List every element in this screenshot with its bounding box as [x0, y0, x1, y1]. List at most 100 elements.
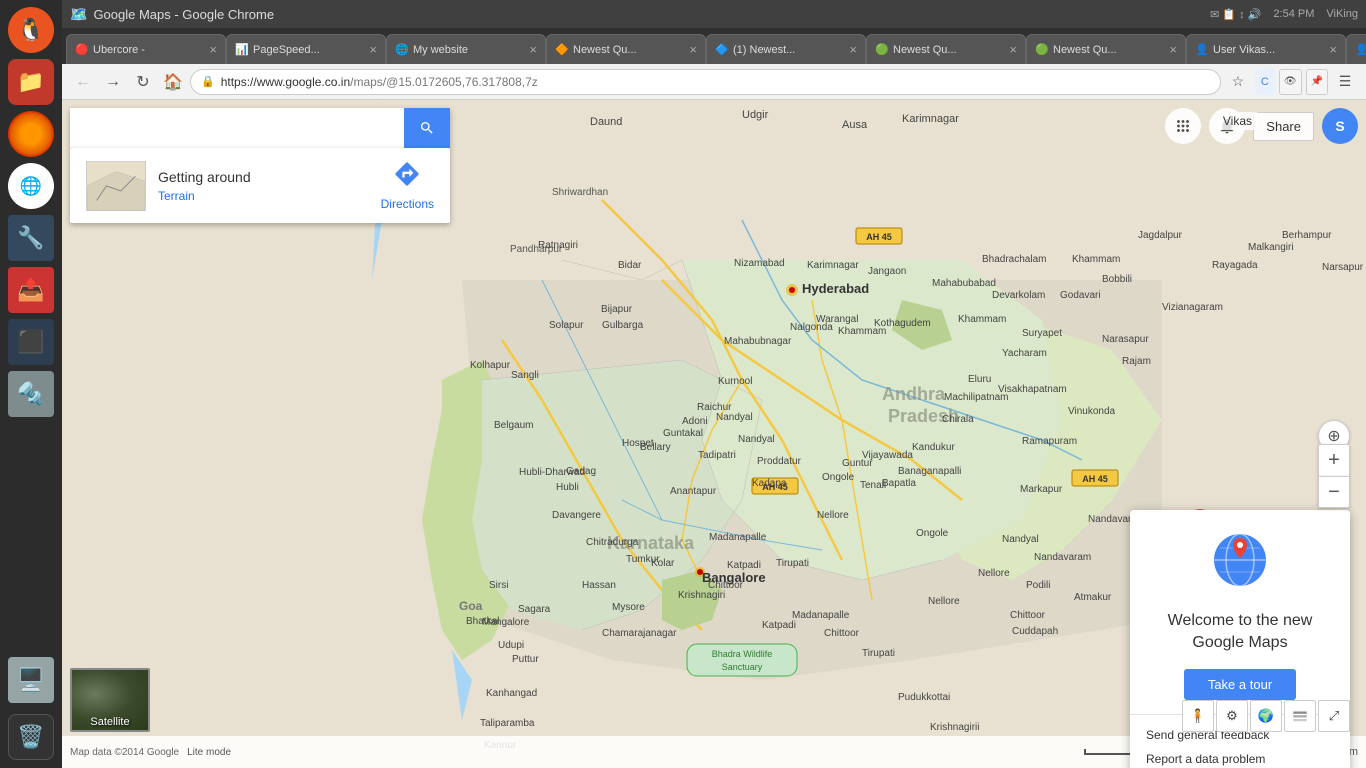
tab-favicon-newest3: 🟢	[875, 43, 889, 57]
svg-text:Guntakal: Guntakal	[663, 428, 703, 439]
earth-view-icon[interactable]: 🌍	[1250, 700, 1282, 732]
svg-text:Banaganapalli: Banaganapalli	[898, 466, 961, 477]
map-container[interactable]: AH 45 AH 45 AH 45 Daund Udgir Ausa Karim…	[62, 100, 1366, 768]
tab-ubercore[interactable]: 🔴 Ubercore - ×	[66, 34, 226, 64]
tab-mywebsite[interactable]: 🌐 My website ×	[386, 34, 546, 64]
tab-newest4[interactable]: 🟢 Newest Qu... ×	[1026, 34, 1186, 64]
svg-text:Adoni: Adoni	[682, 416, 708, 427]
trash-icon[interactable]: 🗑️	[8, 714, 54, 760]
tab-label-uservikas1: User Vikas...	[1213, 44, 1325, 56]
zoom-out-button[interactable]: −	[1318, 476, 1350, 508]
tab-newest2[interactable]: 🔷 (1) Newest... ×	[706, 34, 866, 64]
extension1-button[interactable]: C	[1255, 69, 1275, 95]
tab-close-mywebsite[interactable]: ×	[529, 42, 537, 57]
svg-text:Belgaum: Belgaum	[494, 420, 533, 431]
tab-favicon-mywebsite: 🌐	[395, 43, 409, 57]
home-button[interactable]: 🏠	[160, 69, 186, 95]
svg-text:Kothagudem: Kothagudem	[874, 318, 931, 329]
map-settings-icon[interactable]: ⚙	[1216, 700, 1248, 732]
map-layers-icon[interactable]	[1284, 700, 1316, 732]
forward-button[interactable]: →	[100, 69, 126, 95]
tab-favicon-newest4: 🟢	[1035, 43, 1049, 57]
firefox-icon[interactable]: 🦊	[8, 111, 54, 157]
svg-text:Jagdalpur: Jagdalpur	[1138, 230, 1183, 241]
svg-text:Andhra: Andhra	[882, 384, 946, 404]
take-tour-button[interactable]: Take a tour	[1184, 669, 1296, 700]
zoom-controls: + −	[1318, 444, 1350, 508]
svg-text:Narsapur: Narsapur	[1322, 262, 1364, 273]
svg-text:Rajam: Rajam	[1122, 356, 1151, 367]
tab-close-newest1[interactable]: ×	[689, 42, 697, 57]
directions-button[interactable]: Directions	[381, 160, 434, 211]
tab-close-uservikas1[interactable]: ×	[1329, 42, 1337, 57]
tab-uservikas1[interactable]: 👤 User Vikas... ×	[1186, 34, 1346, 64]
tab-newest1[interactable]: 🔶 Newest Qu... ×	[546, 34, 706, 64]
svg-text:Rayagada: Rayagada	[1212, 260, 1258, 271]
svg-text:Chittoor: Chittoor	[1010, 610, 1046, 621]
url-domain: www.google.co.in	[257, 75, 350, 89]
user-avatar[interactable]: S	[1322, 108, 1358, 144]
svg-text:Davangere: Davangere	[552, 510, 601, 521]
tab-close-pagespeed[interactable]: ×	[369, 42, 377, 57]
chrome-title-icon: 🗺️	[70, 6, 87, 23]
svg-text:Godavari: Godavari	[1060, 290, 1101, 301]
svg-text:Katpadi: Katpadi	[727, 560, 761, 571]
map-bottom-icons: 🧍 ⚙ 🌍 ⤢	[1182, 700, 1350, 732]
share-button[interactable]: Share	[1253, 112, 1314, 141]
welcome-title: Welcome to the new Google Maps	[1146, 610, 1334, 655]
terminal-icon[interactable]: ⬛	[8, 319, 54, 365]
fullscreen-icon[interactable]: ⤢	[1318, 700, 1350, 732]
street-view-icon[interactable]: 🧍	[1182, 700, 1214, 732]
chrome-menu-button[interactable]: ☰	[1332, 69, 1358, 95]
svg-text:Nalgonda: Nalgonda	[790, 322, 833, 333]
svg-text:Chamarajanagar: Chamarajanagar	[602, 628, 677, 639]
clock: 2:54 PM	[1273, 8, 1314, 20]
svg-text:Hospet: Hospet	[622, 438, 654, 449]
svg-text:Nandyal: Nandyal	[716, 412, 753, 423]
svg-text:Madanapalle: Madanapalle	[792, 610, 850, 621]
tab-pagespeed[interactable]: 📊 PageSpeed... ×	[226, 34, 386, 64]
tab-label-newest2: (1) Newest...	[733, 44, 845, 56]
svg-text:Gulbarga: Gulbarga	[602, 320, 644, 331]
svg-text:Jangaon: Jangaon	[868, 266, 906, 277]
search-input[interactable]	[70, 108, 404, 148]
svg-text:Chittoor: Chittoor	[824, 628, 860, 639]
zoom-in-button[interactable]: +	[1318, 444, 1350, 476]
bookmark-button[interactable]: ☆	[1225, 69, 1251, 95]
back-button[interactable]: ←	[70, 69, 96, 95]
display-icon[interactable]: 🖥️	[8, 657, 54, 703]
reload-button[interactable]: ↻	[130, 69, 156, 95]
report-data-link[interactable]: Report a data problem	[1146, 747, 1334, 768]
satellite-thumbnail[interactable]: Satellite	[70, 668, 150, 732]
title-bar: 🗺️ Google Maps - Google Chrome ✉ 📋 ↕ 🔊 2…	[62, 0, 1366, 28]
ubuntu-icon[interactable]: 🐧	[8, 7, 54, 53]
tab-uservikas2[interactable]: 👤 User Vikas... ×	[1346, 34, 1366, 64]
tab-close-newest4[interactable]: ×	[1169, 42, 1177, 57]
svg-text:Kolar: Kolar	[651, 558, 675, 569]
tab-close-ubercore[interactable]: ×	[209, 42, 217, 57]
search-button[interactable]	[404, 108, 450, 148]
google-apps-button[interactable]	[1165, 108, 1201, 144]
address-bar[interactable]: 🔒 https://www.google.co.in/maps/@15.0172…	[190, 69, 1221, 95]
terrain-link[interactable]: Terrain	[158, 189, 369, 203]
directions-label: Directions	[381, 197, 434, 211]
svg-text:Bhatkal: Bhatkal	[466, 616, 499, 627]
extension2-button[interactable]: 👁	[1279, 69, 1302, 95]
tab-newest3[interactable]: 🟢 Newest Qu... ×	[866, 34, 1026, 64]
filezilla-icon[interactable]: 📤	[8, 267, 54, 313]
tab-label-newest3: Newest Qu...	[893, 44, 1005, 56]
globe-icon	[1146, 530, 1334, 602]
files-icon[interactable]: 📁	[8, 59, 54, 105]
tab-favicon-uservikas1: 👤	[1195, 43, 1209, 57]
chrome-icon[interactable]: 🌐	[8, 163, 54, 209]
taskbar: 🐧 📁 🦊 🌐 🔧 📤 ⬛ 🔩 🖥️ 🗑️	[0, 0, 62, 768]
tab-close-newest3[interactable]: ×	[1009, 42, 1017, 57]
svg-text:Hassan: Hassan	[582, 580, 616, 591]
svg-text:Narasapur: Narasapur	[1102, 334, 1149, 345]
tab-close-newest2[interactable]: ×	[849, 42, 857, 57]
settings2-icon[interactable]: 🔩	[8, 371, 54, 417]
workbench-icon[interactable]: 🔧	[8, 215, 54, 261]
svg-text:Chirala: Chirala	[942, 414, 974, 425]
extension3-button[interactable]: 📌	[1306, 69, 1328, 95]
svg-text:Sanctuary: Sanctuary	[722, 662, 763, 672]
